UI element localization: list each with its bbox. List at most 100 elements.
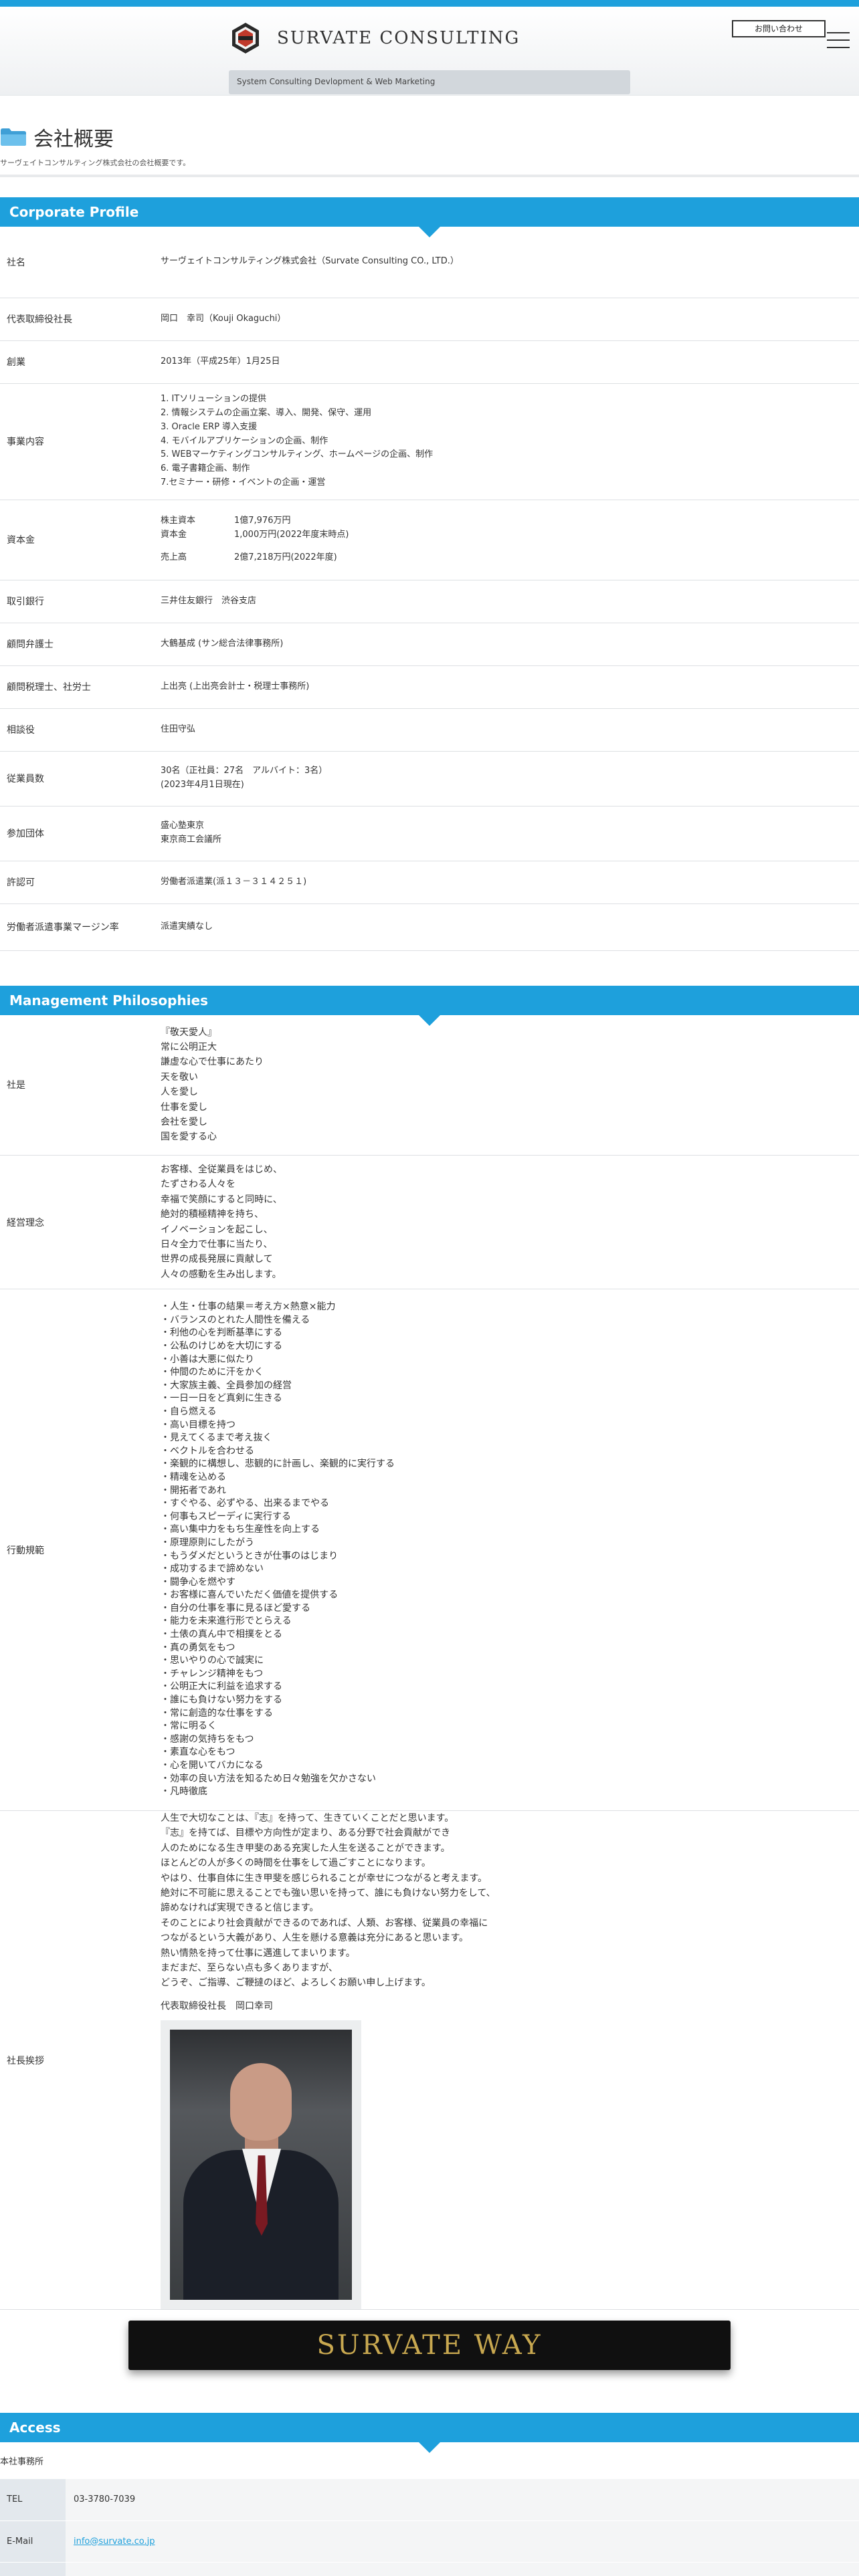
table-row: 経営理念 お客様、全従業員をはじめ、 たずさわる人々を 幸福で笑顔にすると同時に… [0, 1155, 859, 1289]
brand-name: SURVATE CONSULTING [277, 28, 520, 48]
row-value: 30名（正社員：27名 アルバイト：3名） (2023年4月1日現在) [161, 751, 859, 807]
text-line: ・すぐやる、必ずやる、出来るまでやる [161, 1498, 329, 1509]
table-row: E-Mail info@survate.co.jp [0, 2520, 859, 2563]
capital-value: 1,000万円(2022年度末時点) [234, 529, 349, 540]
page-title: 会社概要 [0, 122, 859, 152]
row-label: 経営理念 [0, 1155, 161, 1289]
capital-key: 株主資本 [161, 515, 196, 526]
table-row: 相談役 住田守弘 [0, 708, 859, 752]
capital-values: 株主資本 1億7,976万円 資本金 1,000万円(2022年度末時点) 売上高 2… [161, 500, 859, 580]
page-header: 会社概要 サーヴェイトコンサルティング株式会社の会社概要です。 [0, 96, 859, 177]
row-value: サーヴェイトコンサルティング株式会社（Survate Consulting CO… [161, 227, 859, 298]
org-item: 盛心塾東京 [161, 821, 205, 831]
row-label: 資本金 [0, 500, 161, 580]
row-label: 参加団体 [0, 806, 161, 861]
text-line: ・効率の良い方法を知るため日々勉強を欠かさない [161, 1773, 376, 1784]
page-subtitle: サーヴェイトコンサルティング株式会社の会社概要です。 [0, 158, 191, 167]
text-line: ・常に創造的な仕事をする [161, 1707, 273, 1719]
text-line: ・自分の仕事を事に見るほど愛する [161, 1602, 310, 1614]
table-row: 労働者派遣事業マージン率 派遣実績なし [0, 903, 859, 951]
conduct-lines: ・人生・仕事の結果＝考え方×熱意×能力 ・バランスのとれた人間性を備える ・利他… [161, 1289, 859, 1811]
row-value: 岡口 幸司（Kouji Okaguchi） [161, 298, 859, 341]
text-line: 常に公明正大 [161, 1042, 217, 1053]
text-line: ・原理原則にしたがう [161, 1537, 254, 1548]
text-line: 幸福で笑顔にすると同時に、 [161, 1194, 282, 1205]
access-section: Access 本社事務所 TEL 03-3780-7039 E-Mail inf… [0, 2413, 859, 2576]
text-line: どうぞ、ご指導、ご鞭撻のほど、よろしくお願い申し上げます。 [161, 1977, 431, 1989]
ceo-greeting: 人生で大切なことは、『志』を持って、生きていくことだと思います。 『志』を持てば… [161, 1810, 859, 2311]
text-line: ・思いやりの心で誠実に [161, 1655, 264, 1667]
text-line: 世界の成長発展に貢献して [161, 1254, 273, 1265]
text-line: お客様、全従業員をはじめ、 [161, 1164, 282, 1175]
capital-key: 資本金 [161, 529, 187, 540]
row-value: 2013年（平成25年）1月25日 [161, 340, 859, 384]
text-line: ・精魂を込める [161, 1471, 226, 1483]
table-row: 従業員数 30名（正社員：27名 アルバイト：3名） (2023年4月1日現在) [0, 751, 859, 807]
section-heading-text: Corporate Profile [9, 204, 139, 220]
table-row: 創業 2013年（平成25年）1月25日 [0, 340, 859, 384]
philosophy-lines: お客様、全従業員をはじめ、 たずさわる人々を 幸福で笑顔にすると同時に、 絶対的… [161, 1155, 859, 1289]
section-heading-profile: Corporate Profile [0, 197, 859, 237]
text-line: ・開拓者であれ [161, 1485, 226, 1496]
site-logo[interactable]: SURVATE CONSULTING [229, 21, 520, 55]
table-row: 参加団体 盛心塾東京 東京商工会議所 [0, 806, 859, 861]
text-line: ・楽観的に構想し、悲観的に計画し、楽観的に実行する [161, 1459, 395, 1470]
text-line: ・人生・仕事の結果＝考え方×熱意×能力 [161, 1301, 336, 1313]
table-row: 行動規範 ・人生・仕事の結果＝考え方×熱意×能力 ・バランスのとれた人間性を備え… [0, 1289, 859, 1811]
text-line: ・自ら燃える [161, 1406, 217, 1417]
text-line: ・成功するまで諦めない [161, 1564, 264, 1575]
text-line: 絶対的積極精神を持ち、 [161, 1209, 264, 1220]
revenue-value: 2億7,218万円(2022年度) [234, 552, 337, 563]
row-label: 従業員数 [0, 751, 161, 807]
text-line: ・常に明るく [161, 1721, 217, 1732]
employee-date: (2023年4月1日現在) [161, 780, 244, 790]
down-arrow-icon [419, 2442, 440, 2453]
text-line: ・一日一日をど真剣に生きる [161, 1393, 282, 1404]
list-item: 3. Oracle ERP 導入支援 [161, 421, 258, 432]
text-line: ・土俵の真ん中で相撲をとる [161, 1629, 282, 1640]
row-label: 相談役 [0, 708, 161, 752]
text-line: 人を愛し [161, 1087, 198, 1098]
ceo-photo [161, 2020, 361, 2310]
table-row: TEL 03-3780-7039 [0, 2479, 859, 2521]
text-line: ・バランスのとれた人間性を備える [161, 1314, 310, 1325]
text-line: やはり、仕事自体に生き甲斐を感じられることが幸せにつながると考えます。 [161, 1872, 488, 1884]
text-line: ほとんどの人が多くの時間を仕事をして過ごすことになります。 [161, 1858, 431, 1869]
text-line: 諦めなければ実現できると信じます。 [161, 1903, 319, 1914]
row-value: 労働者派遣業(派１３－３１４２５１) [161, 861, 859, 904]
text-line: たずさわる人々を [161, 1179, 235, 1190]
text-line: ・ベクトルを合わせる [161, 1445, 254, 1457]
down-arrow-icon [419, 227, 440, 237]
text-line: イノベーションを起こし、 [161, 1224, 273, 1235]
text-line: ・お客様に喜んでいただく価値を提供する [161, 1590, 339, 1601]
text-line: ・公私のけじめを大切にする [161, 1341, 283, 1352]
table-row: 資本金 株主資本 1億7,976万円 資本金 1,000万円(2022年度末時点) … [0, 500, 859, 580]
text-line: 人のためになる生き甲斐のある充実した人生を送ることができます。 [161, 1842, 450, 1854]
contact-button[interactable]: お問い合わせ [732, 20, 826, 37]
table-row: 顧問税理士、社労士 上出亮 (上出亮会計士・税理士事務所) [0, 665, 859, 709]
text-line: ・素直な心をもつ [161, 1747, 235, 1758]
folder-icon [1, 128, 26, 146]
menu-icon[interactable] [827, 32, 850, 49]
row-label: E-Mail [0, 2520, 66, 2563]
text-line: ・見えてくるまで考え抜く [161, 1432, 272, 1444]
page-title-text: 会社概要 [33, 128, 114, 151]
list-item: 7.セミナー・研修・イベントの企画・運営 [161, 477, 326, 488]
text-line: ・凡時徹底 [161, 1786, 207, 1798]
table-row: 取引銀行 三井住友銀行 渋谷支店 [0, 580, 859, 623]
email-link[interactable]: info@survate.co.jp [74, 2537, 155, 2547]
text-line: ・何事もスピーディに実行する [161, 1511, 292, 1522]
text-line: 謙虚な心で仕事にあたり [161, 1057, 264, 1068]
section-heading-access: Access [0, 2413, 859, 2453]
table-row: 許認可 労働者派遣業(派１３－３１４２５１) [0, 861, 859, 904]
text-line: ・能力を未来進行形でとらえる [161, 1616, 292, 1627]
text-line: ・利他の心を判断基準にする [161, 1327, 283, 1339]
text-line: 国を愛する心 [161, 1132, 217, 1143]
survate-way-banner[interactable]: SURVATE WAY [128, 2321, 731, 2370]
ceo-signature: 代表取締役社長 岡口幸司 [161, 2000, 273, 2012]
site-header: SURVATE CONSULTING System Consulting Dev… [0, 7, 859, 96]
phone-number: 03-3780-7039 [66, 2479, 859, 2521]
table-row [0, 2562, 859, 2576]
text-line: 人々の感動を生み出します。 [161, 1269, 282, 1280]
site-tagline: System Consulting Devlopment & Web Marke… [229, 70, 630, 94]
